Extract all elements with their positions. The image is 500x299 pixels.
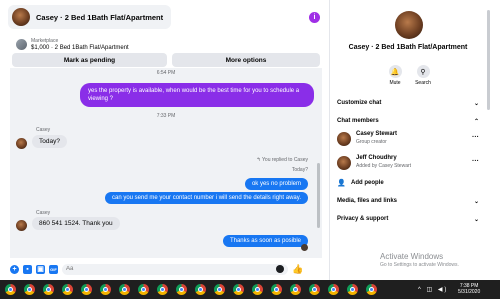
watermark-title: Activate Windows <box>380 252 444 261</box>
sender-name: Casey <box>36 127 51 133</box>
chrome-icon[interactable] <box>214 284 225 295</box>
incoming-message[interactable]: Today? <box>32 135 67 148</box>
info-icon[interactable]: i <box>309 12 320 23</box>
activate-windows-watermark: Activate Windows Go to Settings to activ… <box>380 252 459 268</box>
outgoing-message[interactable]: can you send me your contact number i wi… <box>105 192 308 204</box>
chrome-icon[interactable] <box>138 284 149 295</box>
member-row[interactable]: Casey Stewart Group creator ··· <box>337 129 479 151</box>
outgoing-message[interactable]: ok yes no problem <box>244 178 308 190</box>
chevron-down-icon: ⌄ <box>473 100 479 107</box>
avatar[interactable] <box>395 11 423 39</box>
avatar <box>337 156 351 170</box>
taskbar-clock[interactable]: 7:38 PM 5/31/2020 <box>458 283 480 295</box>
member-role: Group creator <box>356 139 387 145</box>
bell-icon: 🔔 <box>388 65 402 78</box>
chrome-icon[interactable] <box>366 284 377 295</box>
conversation-name: Casey · 2 Bed 1Bath Flat/Apartment <box>348 44 468 51</box>
more-icon[interactable]: ··· <box>472 158 479 165</box>
quoted-message[interactable]: Today? <box>292 167 308 173</box>
member-role: Added by Casey Stewart <box>356 163 412 169</box>
system-tray-icons[interactable]: ^ ◫ ◀) <box>418 286 448 293</box>
mark-as-pending-button[interactable]: Mark as pending <box>12 53 167 67</box>
gallery-icon[interactable]: ▣ <box>36 264 45 274</box>
clock-date: 5/31/2020 <box>458 289 481 295</box>
chrome-icon[interactable] <box>43 284 54 295</box>
message-input[interactable] <box>62 263 288 275</box>
chrome-icon[interactable] <box>5 284 16 295</box>
chevron-down-icon: ⌄ <box>473 198 479 205</box>
section-label: Customize chat <box>337 100 382 106</box>
search-button[interactable]: ⚲ Search <box>408 65 438 86</box>
timestamp: 6:54 PM <box>156 70 176 76</box>
watermark-subtitle: Go to Settings to activate Windows. <box>380 262 459 268</box>
chrome-icon[interactable] <box>328 284 339 295</box>
add-people-label: Add people <box>351 180 384 186</box>
seen-avatar-icon <box>301 244 308 251</box>
section-label: Chat members <box>337 118 379 124</box>
member-name: Casey Stewart <box>356 131 398 137</box>
member-name: Jeff Choudhry <box>356 155 397 161</box>
timestamp: 7:33 PM <box>156 113 176 119</box>
avatar <box>337 132 351 146</box>
composer: + ▪ ▣ GIF 👍 <box>10 260 322 278</box>
chrome-icon[interactable] <box>252 284 263 295</box>
avatar[interactable] <box>16 138 27 149</box>
incoming-message[interactable]: 860 541 1524. Thank you <box>32 217 120 230</box>
chrome-icon[interactable] <box>309 284 320 295</box>
chrome-icon[interactable] <box>271 284 282 295</box>
search-label: Search <box>415 80 431 86</box>
thumbs-up-icon[interactable]: 👍 <box>292 264 303 275</box>
chevron-down-icon: ⌄ <box>473 216 479 223</box>
mute-button[interactable]: 🔔 Mute <box>380 65 410 86</box>
section-privacy-support[interactable]: Privacy & support ⌄ <box>337 212 479 226</box>
scrollbar[interactable] <box>317 163 320 228</box>
section-label: Privacy & support <box>337 216 389 222</box>
search-icon: ⚲ <box>416 65 430 78</box>
section-media-files-links[interactable]: Media, files and links ⌄ <box>337 194 479 208</box>
avatar[interactable] <box>16 220 27 231</box>
chrome-icon[interactable] <box>62 284 73 295</box>
more-options-button[interactable]: More options <box>172 53 320 67</box>
taskbar: ^ ◫ ◀) 7:38 PM 5/31/2020 <box>0 280 500 299</box>
section-label: Media, files and links <box>337 198 398 204</box>
mute-label: Mute <box>389 80 401 86</box>
chrome-icon[interactable] <box>157 284 168 295</box>
chat-title: Casey · 2 Bed 1Bath Flat/Apartment <box>36 12 164 22</box>
conversation-info-panel: Casey · 2 Bed 1Bath Flat/Apartment 🔔 Mut… <box>331 0 485 280</box>
outgoing-message[interactable]: yes the property is available, when woul… <box>80 83 314 107</box>
chrome-icon[interactable] <box>24 284 35 295</box>
member-row[interactable]: Jeff Choudhry Added by Casey Stewart ··· <box>337 153 479 175</box>
sticker-icon[interactable]: ▪ <box>23 264 32 274</box>
message-thread[interactable]: Mark as pending More options 6:54 PM yes… <box>10 53 322 258</box>
reply-indicator: ↰ You replied to Casey <box>256 157 308 163</box>
chrome-icon[interactable] <box>119 284 130 295</box>
chat-title-button[interactable]: Casey · 2 Bed 1Bath Flat/Apartment <box>8 5 172 29</box>
gif-icon[interactable]: GIF <box>49 264 58 274</box>
add-person-icon: 👤 <box>337 180 346 187</box>
more-icon[interactable]: ··· <box>472 134 479 141</box>
chrome-icon[interactable] <box>347 284 358 295</box>
chrome-icon[interactable] <box>81 284 92 295</box>
add-people-button[interactable]: 👤 Add people <box>337 177 384 189</box>
chrome-icon[interactable] <box>195 284 206 295</box>
outgoing-message[interactable]: Thanks as soon as posible <box>222 235 308 247</box>
plus-icon[interactable]: + <box>10 264 19 274</box>
scrollbar[interactable] <box>486 10 490 210</box>
listing-detail[interactable]: $1,000 · 2 Bed 1Bath Flat/Apartment <box>31 45 129 51</box>
chat-header: Casey · 2 Bed 1Bath Flat/Apartment i <box>0 0 330 34</box>
listing-thumbnail[interactable] <box>16 39 27 50</box>
chevron-up-icon: ⌃ <box>473 118 479 125</box>
chrome-icon[interactable] <box>176 284 187 295</box>
chrome-icon[interactable] <box>100 284 111 295</box>
emoji-icon[interactable] <box>276 265 284 273</box>
chrome-icon[interactable] <box>290 284 301 295</box>
chat-panel: Casey · 2 Bed 1Bath Flat/Apartment i Mar… <box>0 0 330 280</box>
section-customize-chat[interactable]: Customize chat ⌄ <box>337 96 479 110</box>
listing-source: Marketplace <box>31 38 59 44</box>
avatar <box>12 8 30 26</box>
sender-name: Casey <box>36 210 51 216</box>
chrome-icon[interactable] <box>233 284 244 295</box>
section-chat-members[interactable]: Chat members ⌃ <box>337 114 479 128</box>
